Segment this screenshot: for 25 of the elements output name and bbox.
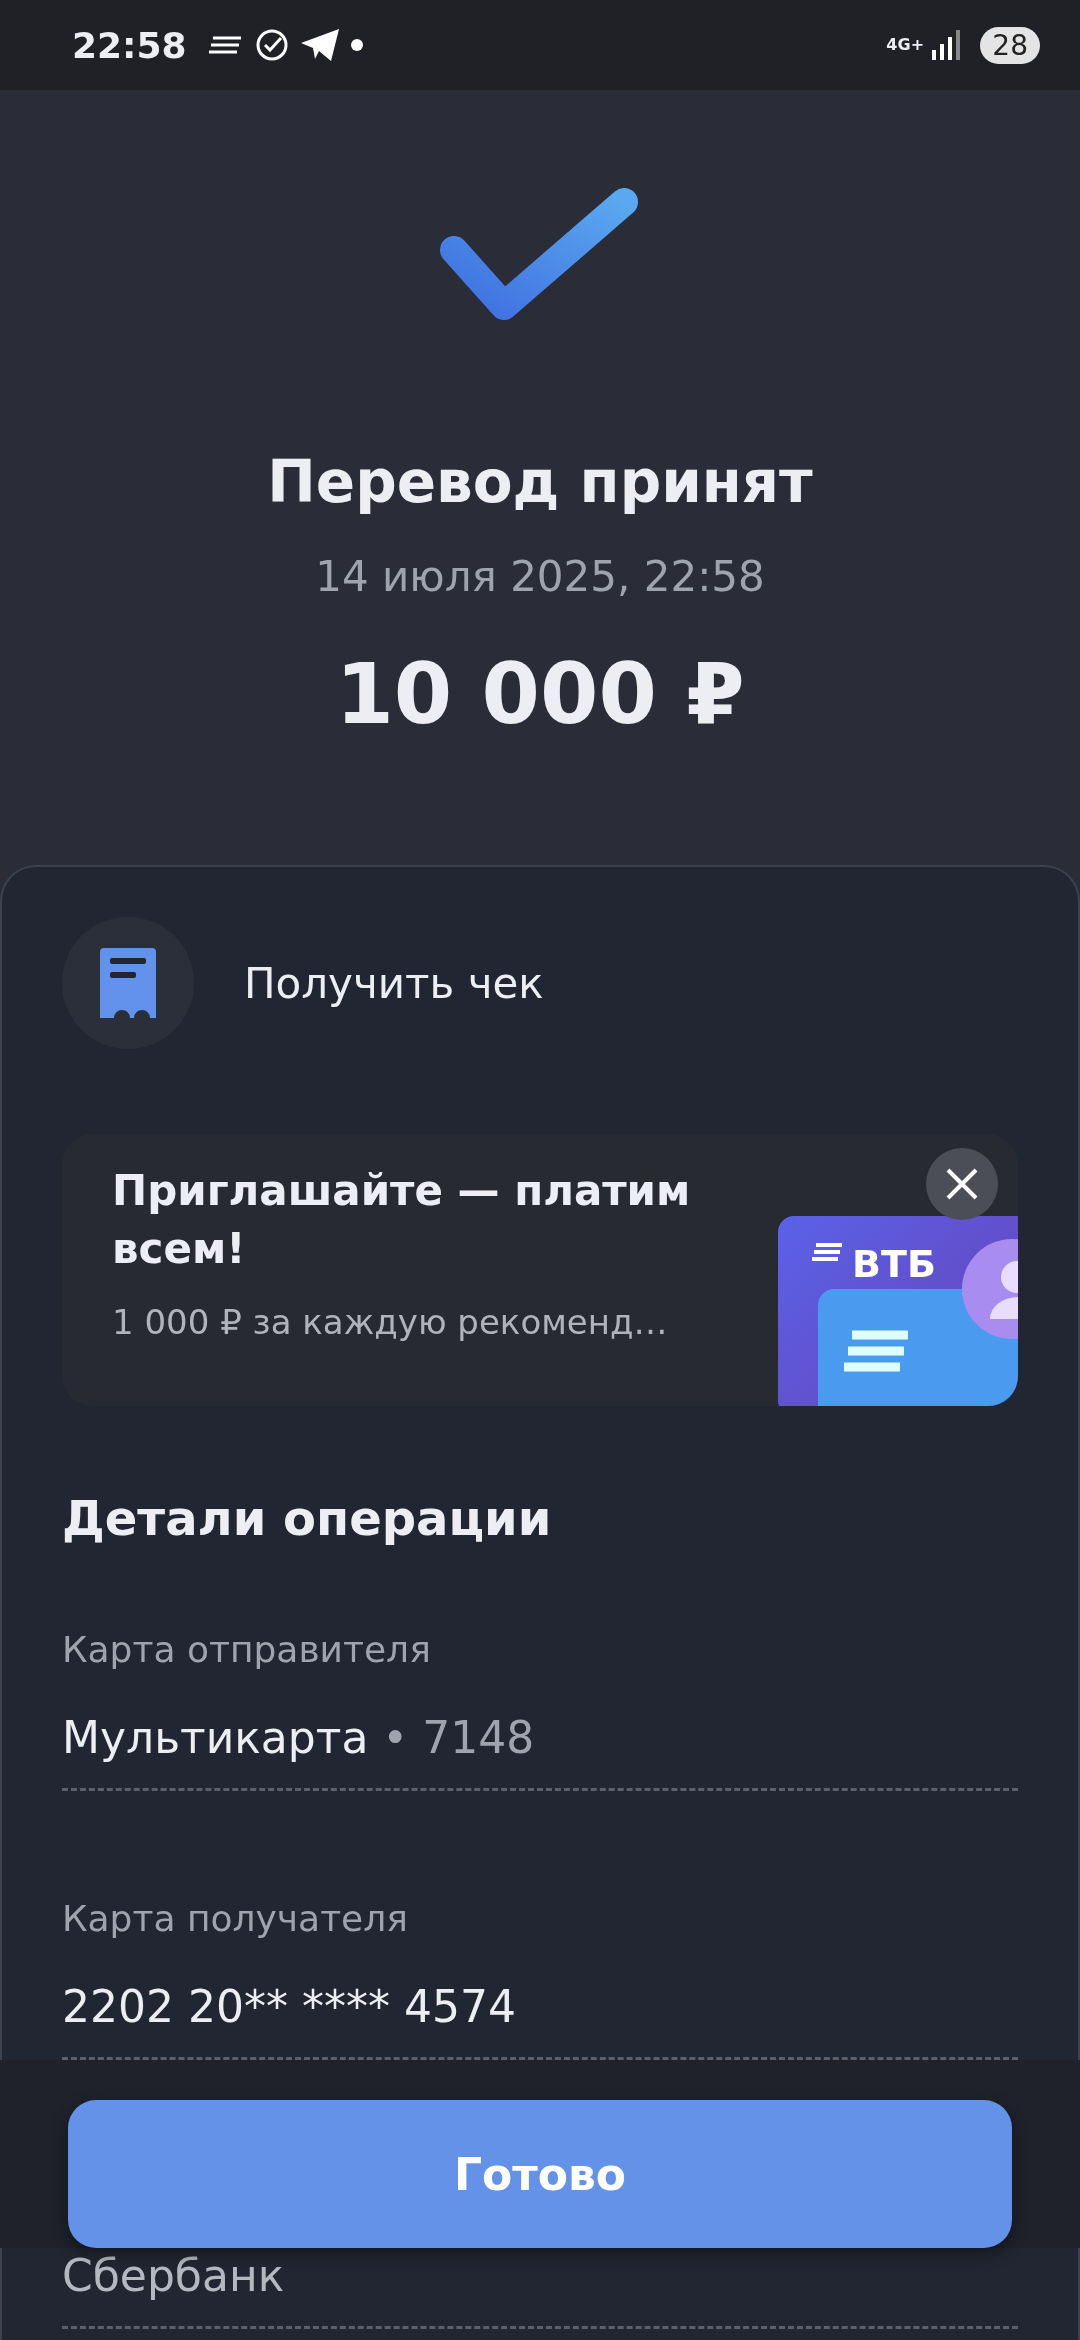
battery-indicator: 28 <box>980 26 1040 64</box>
receipt-icon <box>100 948 156 1018</box>
send-icon <box>300 29 339 61</box>
result-title: Перевод принят <box>267 448 813 516</box>
status-time: 22:58 <box>72 24 187 66</box>
signal-icon <box>932 30 961 60</box>
card-number: • 7148 <box>382 1712 535 1764</box>
section-title: Детали операции <box>62 1489 553 1547</box>
promo-card[interactable]: Приглашайте — платим всем! 1 000 ₽ за каждую рекоменд… ВТБ <box>62 1134 1018 1406</box>
field-value: 2202 20** **** 4574 <box>62 1981 516 2033</box>
field-label: Карта отправителя <box>62 1628 432 1672</box>
result-date: 14 июля 2025, 22:58 <box>315 552 765 601</box>
lines-icon <box>208 35 243 55</box>
field-value: Сбербанк <box>62 2250 285 2302</box>
dot-icon <box>350 39 363 51</box>
promo-subtitle: 1 000 ₽ за каждую рекоменд… <box>112 1302 669 1342</box>
brand-label: ВТБ <box>852 1242 936 1286</box>
network-type: 4G+ <box>886 37 921 53</box>
amount: 10 000 ₽ <box>335 645 745 743</box>
check-circle-icon <box>254 28 289 62</box>
logo-icon <box>812 1242 842 1262</box>
field-value: Мультикарта <box>62 1712 369 1764</box>
promo-title: Приглашайте — платим всем! <box>112 1165 692 1275</box>
field-label: Карта получателя <box>62 1897 409 1941</box>
receipt-link[interactable]: Получить чек <box>244 958 544 1008</box>
